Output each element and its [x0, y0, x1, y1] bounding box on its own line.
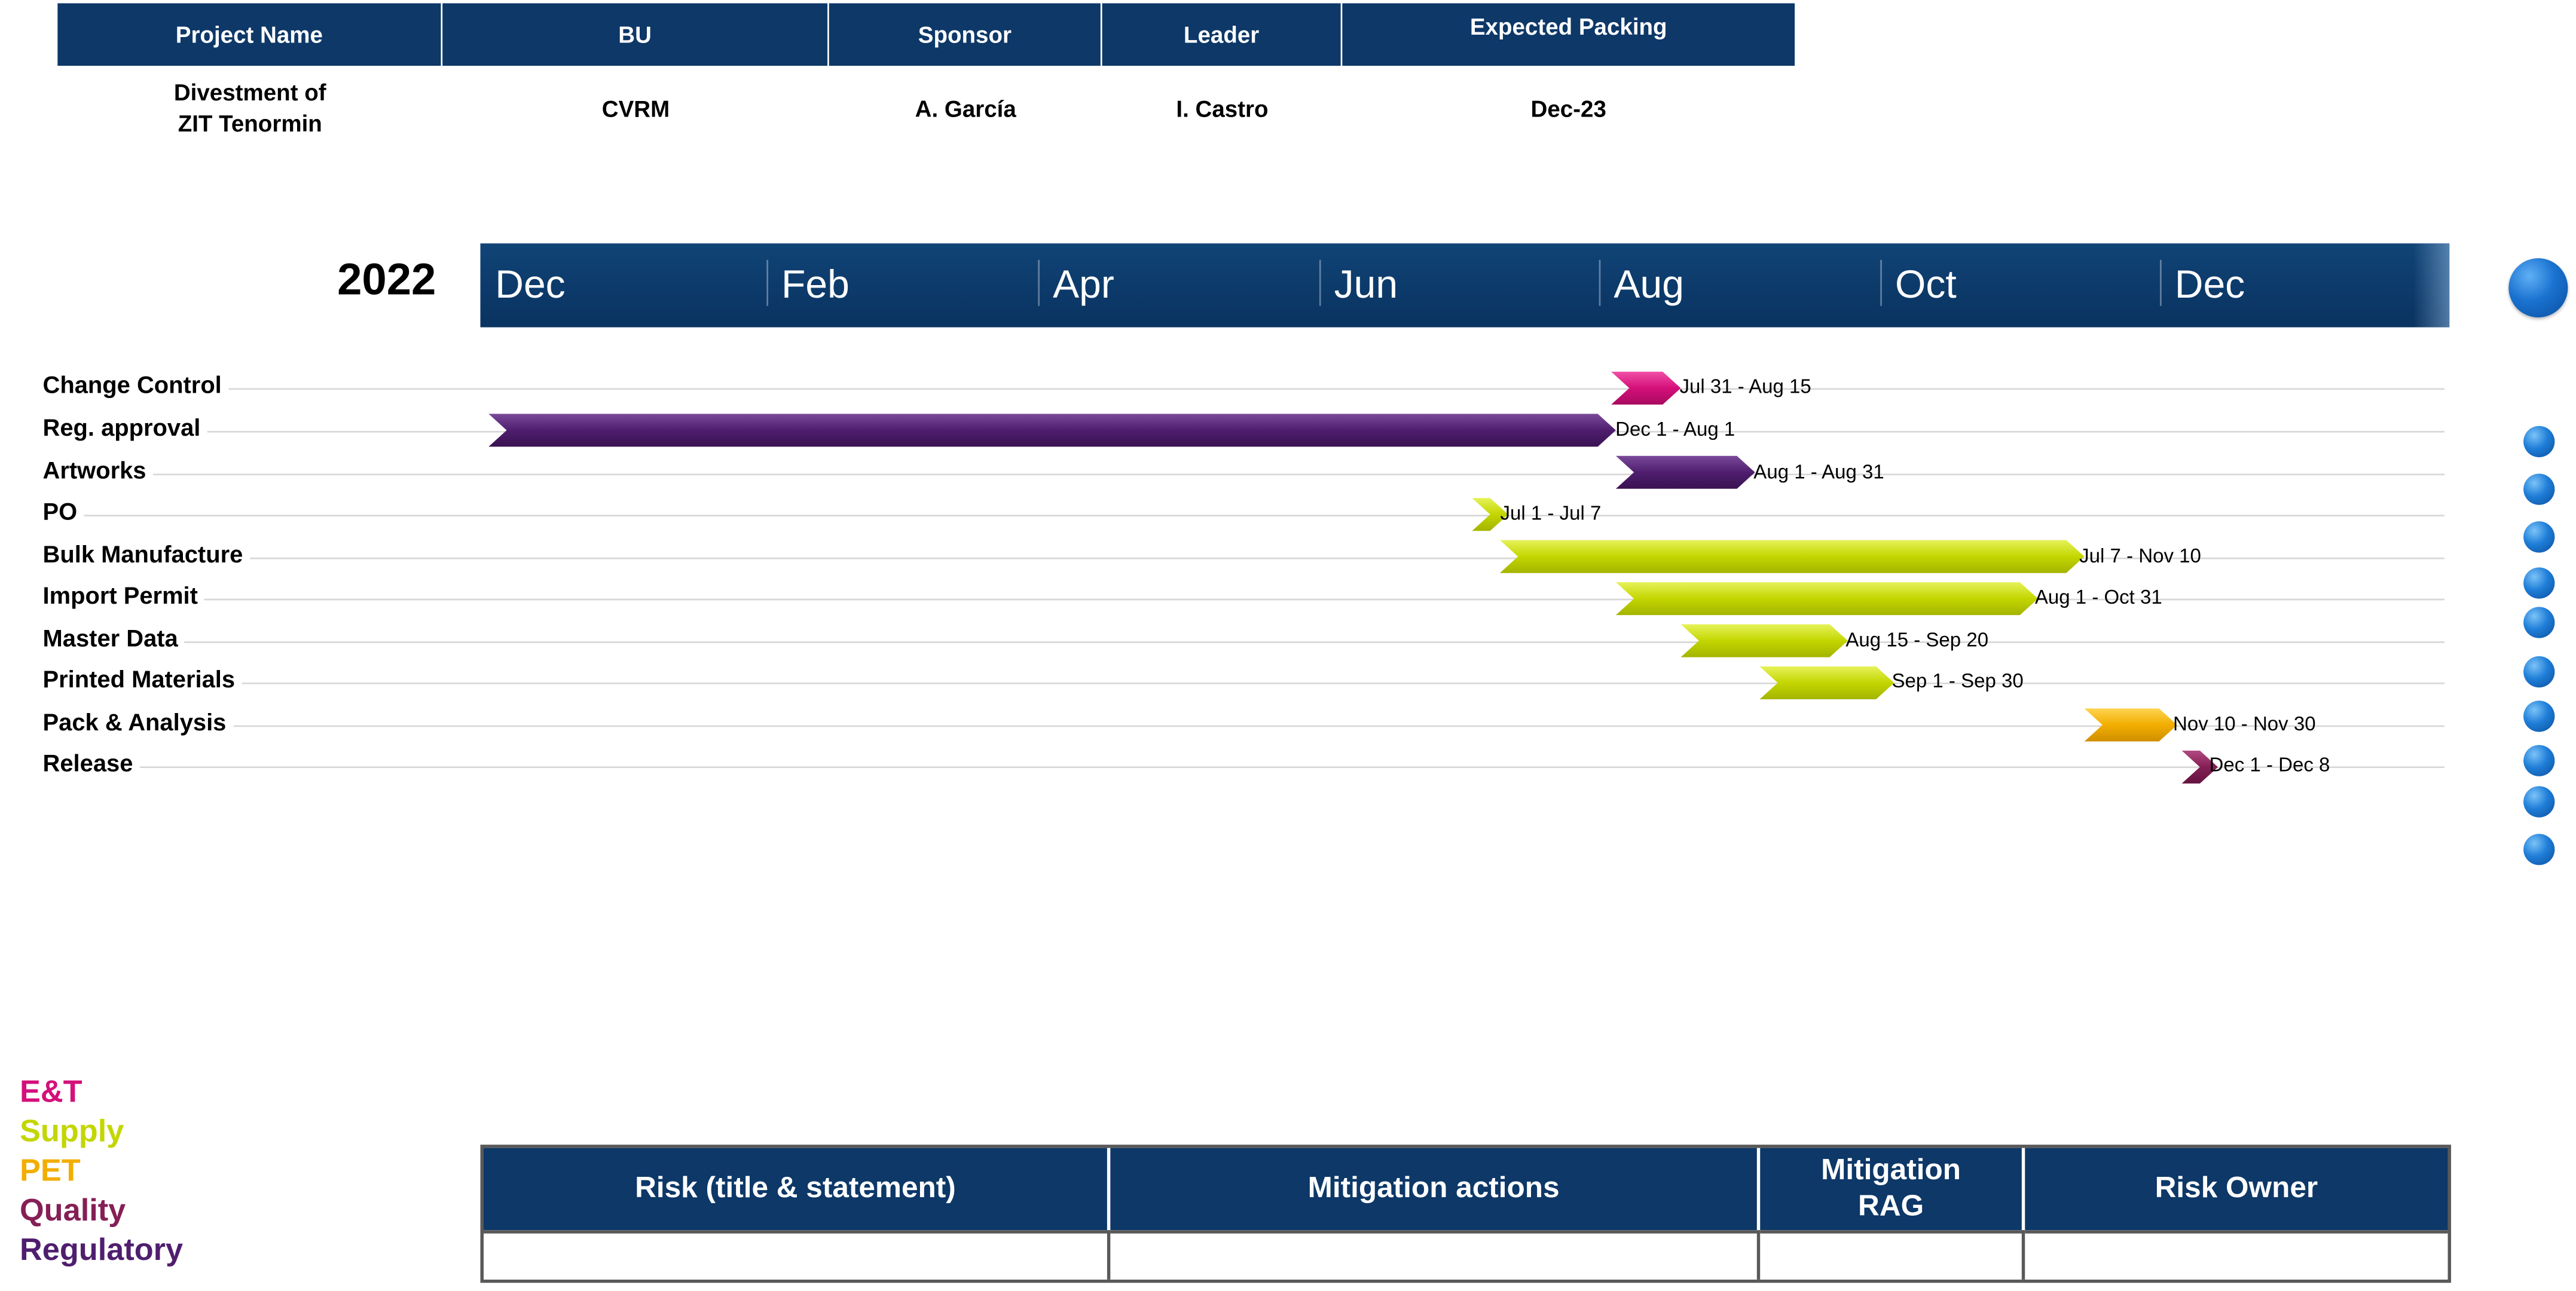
legend-pet: PET: [20, 1154, 81, 1189]
gantt-bar: [1680, 624, 1848, 657]
task-dates: Jul 31 - Aug 15: [1679, 375, 1811, 398]
gantt-bar: [2084, 708, 2177, 742]
gantt-bar: [1615, 455, 1755, 489]
task-dates: Aug 15 - Sep 20: [1845, 628, 1989, 651]
gantt-slide: Project Name BU Sponsor Leader Expected …: [0, 0, 2576, 1291]
risk-header-owner: Risk Owner: [2025, 1148, 2448, 1231]
legend-supply: Supply: [20, 1115, 124, 1150]
row-circle: [2523, 521, 2555, 553]
risk-header-mitigation: Mitigation actions: [1110, 1148, 1761, 1231]
row-circle: [2523, 834, 2555, 865]
task-dates: Jul 7 - Nov 10: [2079, 544, 2201, 568]
risk-cell-title[interactable]: [483, 1230, 1111, 1280]
task-dates: Dec 1 - Aug 1: [1615, 417, 1735, 441]
gantt-bar: [1615, 582, 2039, 616]
bar-layer: [488, 371, 2219, 784]
task-dates: Aug 1 - Aug 31: [1753, 460, 1884, 484]
task-dates: Dec 1 - Dec 8: [2209, 753, 2330, 776]
task-dates: Jul 1 - Jul 7: [1500, 501, 1602, 525]
timeline-end-circle: [2508, 258, 2568, 318]
row-circle: [2523, 656, 2555, 688]
row-circle: [2523, 607, 2555, 638]
task-dates: Aug 1 - Oct 31: [2034, 585, 2162, 609]
row-circle: [2523, 567, 2555, 599]
task-dates: Sep 1 - Sep 30: [1891, 669, 2024, 693]
task-dates: Nov 10 - Nov 30: [2172, 712, 2316, 736]
risk-cell-owner[interactable]: [2025, 1230, 2448, 1280]
legend-regulatory: Regulatory: [20, 1233, 184, 1268]
row-circle: [2523, 786, 2555, 818]
risk-cell-mitigation[interactable]: [1110, 1230, 1761, 1280]
gantt-bar: [1499, 540, 2085, 573]
row-circle: [2523, 426, 2555, 457]
row-circle: [2523, 745, 2555, 776]
row-circle: [2523, 700, 2555, 732]
risk-table: Risk (title & statement) Mitigation acti…: [480, 1145, 2452, 1283]
legend-quality: Quality: [20, 1194, 126, 1229]
gantt-bar: [488, 414, 1616, 447]
row-circle: [2523, 473, 2555, 505]
gantt-bar: [1759, 666, 1894, 700]
risk-cell-rag[interactable]: [1760, 1230, 2025, 1280]
risk-header-title: Risk (title & statement): [483, 1148, 1111, 1231]
risk-header-rag: Mitigation RAG: [1760, 1148, 2025, 1231]
gantt-bar: [1611, 371, 1681, 405]
legend-et: E&T: [20, 1075, 82, 1110]
gantt-bars: [488, 371, 2219, 784]
